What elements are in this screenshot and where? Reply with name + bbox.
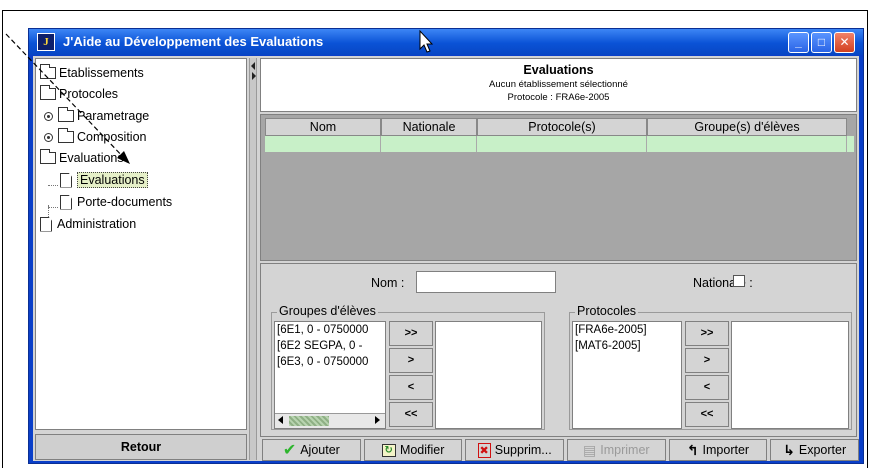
mouse-cursor-icon bbox=[419, 29, 434, 53]
annotation-arrow bbox=[5, 29, 434, 164]
